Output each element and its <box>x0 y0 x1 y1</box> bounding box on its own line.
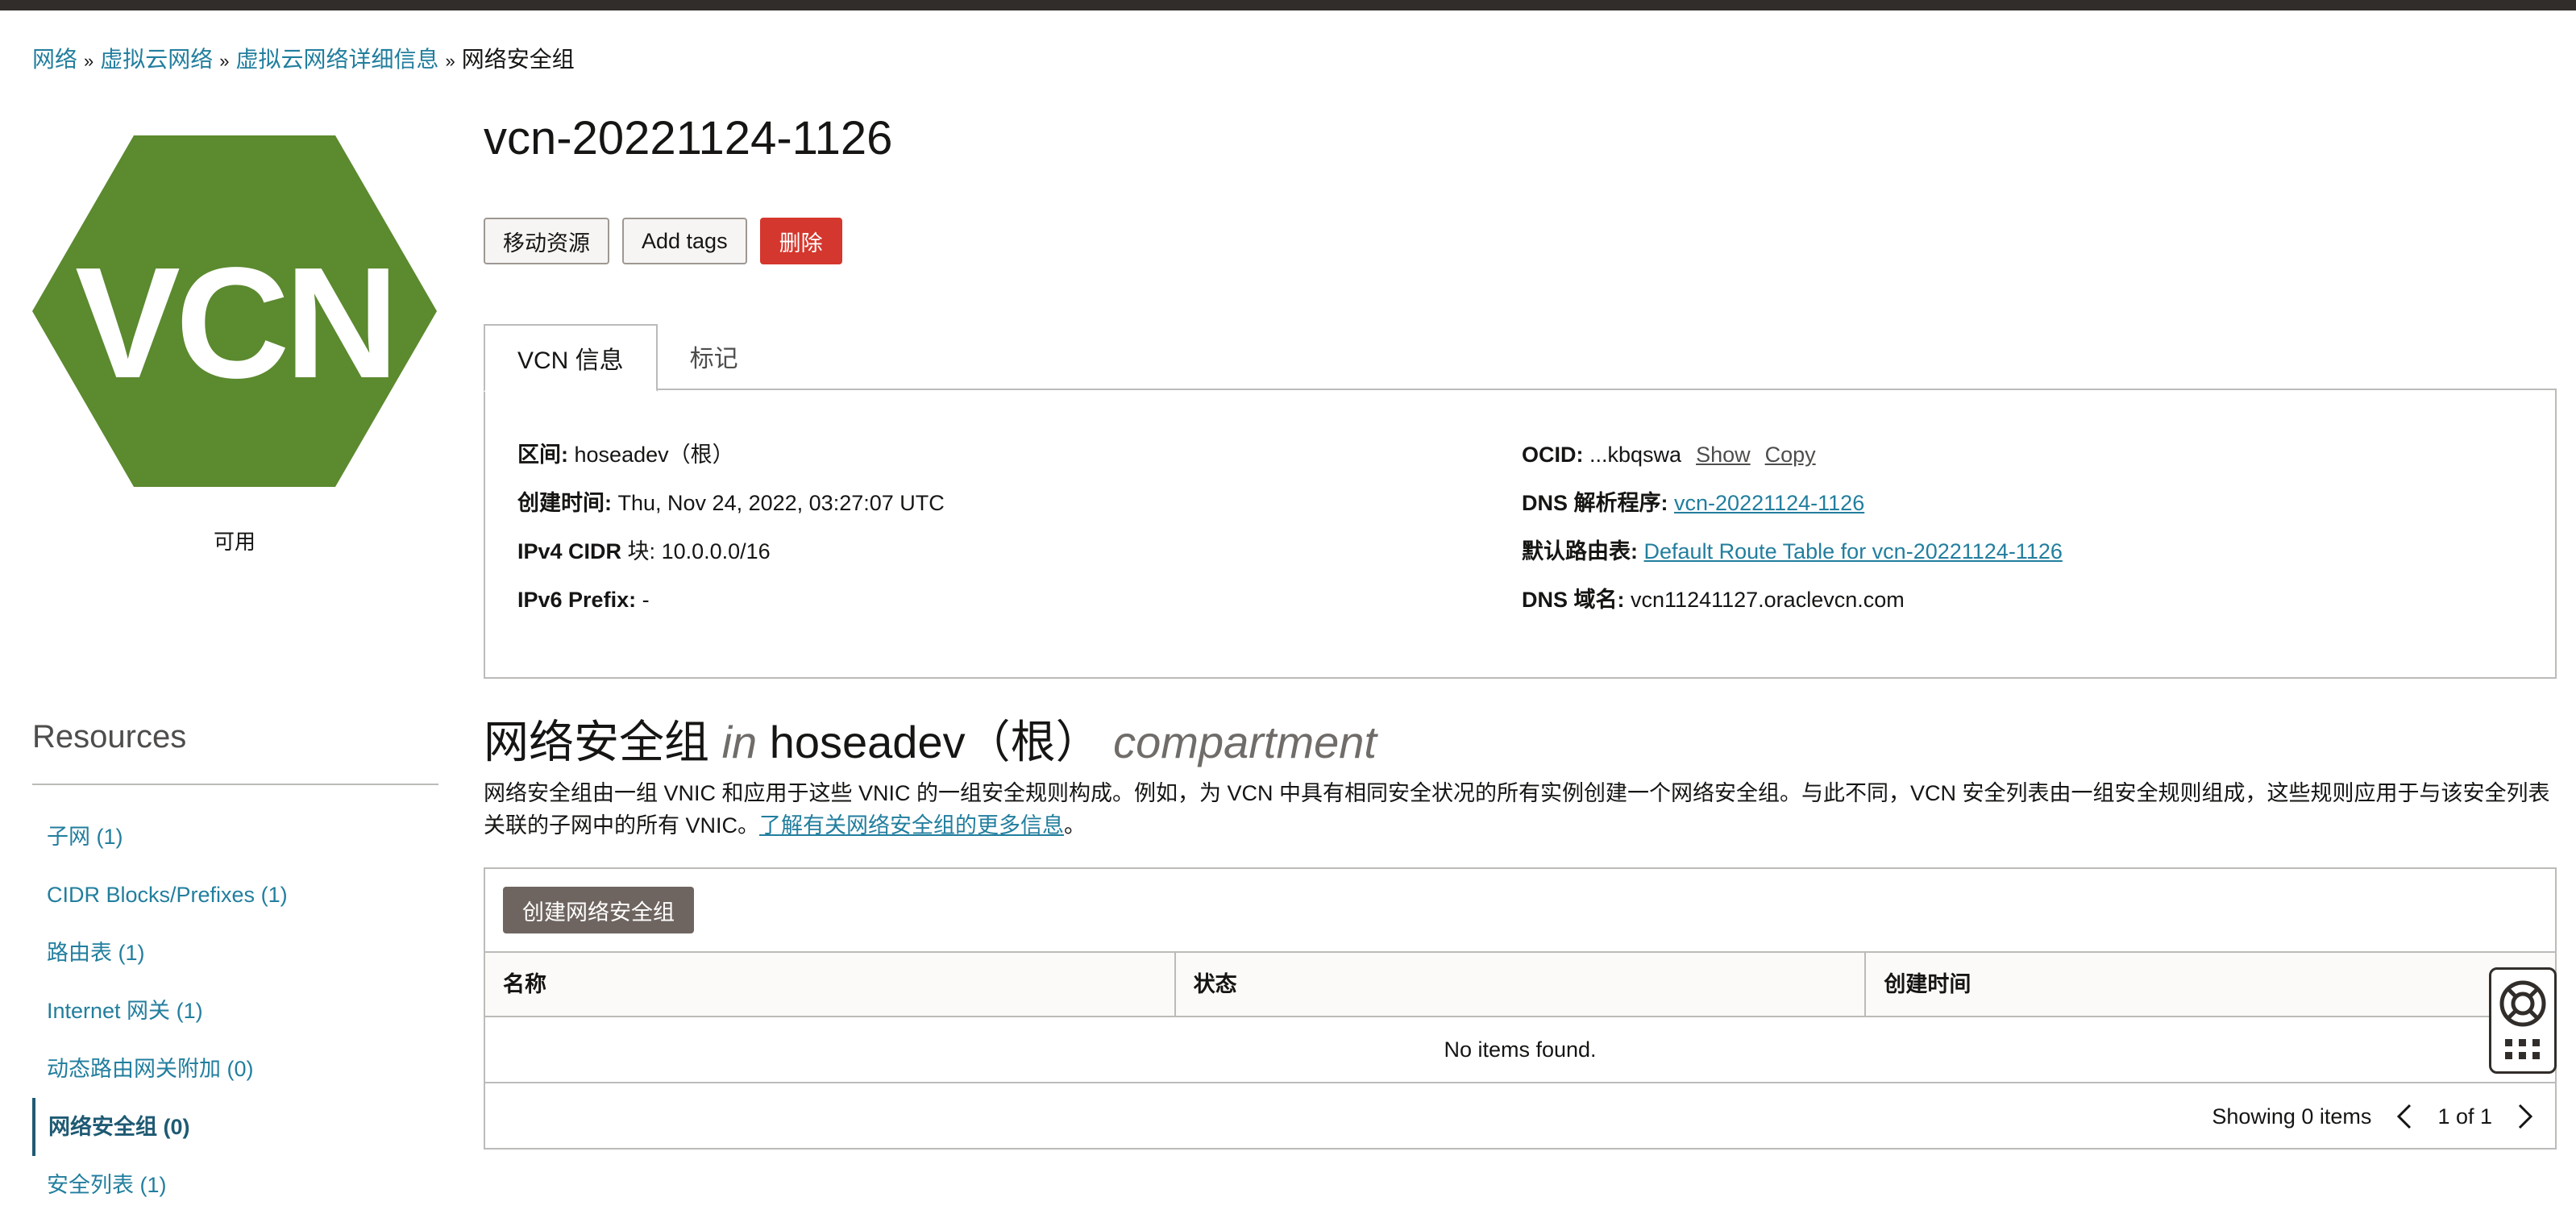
resource-security-lists[interactable]: 安全列表 (1) <box>32 1156 438 1214</box>
empty-message: No items found. <box>485 1017 2555 1083</box>
breadcrumb-separator: » <box>445 51 455 71</box>
info-dns-resolver: DNS 解析程序: vcn-20221124-1126 <box>1522 491 1865 515</box>
info-ipv4: IPv4 CIDR 块: 10.0.0.0/16 <box>517 539 771 563</box>
created-value: Thu, Nov 24, 2022, 03:27:07 UTC <box>617 491 945 515</box>
move-resource-button[interactable]: 移动资源 <box>484 218 609 264</box>
resource-network-security-groups[interactable]: 网络安全组 (0) <box>32 1098 438 1156</box>
column-header-name[interactable]: 名称 <box>485 953 1176 1016</box>
info-column-left: 区间: hoseadev（根） 创建时间: Thu, Nov 24, 2022,… <box>517 430 945 624</box>
top-bar <box>0 0 2576 10</box>
resource-internet-gateways[interactable]: Internet 网关 (1) <box>32 982 438 1040</box>
dns-resolver-link[interactable]: vcn-20221124-1126 <box>1674 491 1864 515</box>
resource-cidr-blocks[interactable]: CIDR Blocks/Prefixes (1) <box>32 866 438 924</box>
action-bar: 移动资源 Add tags 删除 <box>484 218 842 264</box>
resource-drg-attachments[interactable]: 动态路由网关附加 (0) <box>32 1040 438 1098</box>
resources-title: Resources <box>32 719 187 755</box>
resource-subnets[interactable]: 子网 (1) <box>32 808 438 866</box>
apps-grid-icon <box>2505 1039 2540 1059</box>
breadcrumb-vcns[interactable]: 虚拟云网络 <box>100 47 213 72</box>
add-tags-button[interactable]: Add tags <box>622 218 747 264</box>
ipv6-value: - <box>642 588 650 612</box>
info-ipv6: IPv6 Prefix: - <box>517 588 650 612</box>
resources-list: 子网 (1) CIDR Blocks/Prefixes (1) 路由表 (1) … <box>32 808 438 1214</box>
breadcrumb: 网络 » 虚拟云网络 » 虚拟云网络详细信息 » 网络安全组 <box>32 45 575 76</box>
breadcrumb-networking[interactable]: 网络 <box>32 47 77 72</box>
nsg-table: 创建网络安全组 名称 状态 创建时间 No items found. Showi… <box>484 867 2557 1150</box>
section-title: 网络安全组 in hoseadev（根） compartment <box>484 717 1377 767</box>
learn-more-link[interactable]: 了解有关网络安全组的更多信息 <box>759 813 1064 838</box>
info-created: 创建时间: Thu, Nov 24, 2022, 03:27:07 UTC <box>517 491 945 515</box>
help-widget[interactable] <box>2489 967 2557 1074</box>
info-compartment: 区间: hoseadev（根） <box>517 443 734 467</box>
column-header-created[interactable]: 创建时间 <box>1866 953 2555 1016</box>
chevron-left-icon[interactable] <box>2391 1103 2418 1130</box>
detail-tabs: VCN 信息 标记 <box>484 324 771 392</box>
items-count: Showing 0 items <box>2212 1104 2372 1129</box>
info-dns-domain: DNS 域名: vcn11241127.oraclevcn.com <box>1522 588 1905 612</box>
delete-button[interactable]: 删除 <box>759 218 842 264</box>
page-title: vcn-20221124-1126 <box>484 112 893 164</box>
breadcrumb-current: 网络安全组 <box>461 47 575 72</box>
info-column-right: OCID: ...kbqswa Show Copy DNS 解析程序: vcn-20… <box>1522 430 2063 624</box>
breadcrumb-vcn-details[interactable]: 虚拟云网络详细信息 <box>236 47 439 72</box>
chevron-right-icon[interactable] <box>2512 1103 2539 1130</box>
page-indicator: 1 of 1 <box>2437 1104 2492 1129</box>
info-ocid: OCID: ...kbqswa Show Copy <box>1522 443 1816 467</box>
section-description: 网络安全组由一组 VNIC 和应用于这些 VNIC 的一组安全规则构成。例如，为… <box>484 781 2550 838</box>
ocid-copy-link[interactable]: Copy <box>1765 443 1816 467</box>
tab-tags[interactable]: 标记 <box>658 324 771 389</box>
ocid-show-link[interactable]: Show <box>1696 443 1751 467</box>
breadcrumb-separator: » <box>84 51 94 71</box>
dns-domain-value: vcn11241127.oraclevcn.com <box>1631 588 1905 612</box>
vcn-logo-text: VCN <box>75 235 394 411</box>
pagination: Showing 0 items 1 of 1 <box>2212 1083 2539 1150</box>
resource-route-tables[interactable]: 路由表 (1) <box>32 924 438 982</box>
resources-divider <box>32 784 438 785</box>
column-header-state[interactable]: 状态 <box>1176 953 1867 1016</box>
vcn-info-panel: 区间: hoseadev（根） 创建时间: Thu, Nov 24, 2022,… <box>484 389 2557 679</box>
breadcrumb-separator: » <box>219 51 230 71</box>
create-nsg-button[interactable]: 创建网络安全组 <box>503 887 694 933</box>
default-route-table-link[interactable]: Default Route Table for vcn-20221124-112… <box>1644 539 2063 563</box>
ipv4-value: 10.0.0.0/16 <box>661 539 771 563</box>
compartment-value: hoseadev（根） <box>574 443 734 467</box>
vcn-hexagon-icon: VCN <box>32 135 437 487</box>
table-header: 名称 状态 创建时间 <box>485 951 2555 1017</box>
lifebuoy-icon[interactable] <box>2491 970 2554 1071</box>
tab-vcn-info[interactable]: VCN 信息 <box>484 324 658 392</box>
ocid-value: ...kbqswa <box>1589 443 1682 467</box>
vcn-state: 可用 <box>213 530 256 554</box>
info-default-route: 默认路由表: Default Route Table for vcn-20221… <box>1522 539 2063 563</box>
